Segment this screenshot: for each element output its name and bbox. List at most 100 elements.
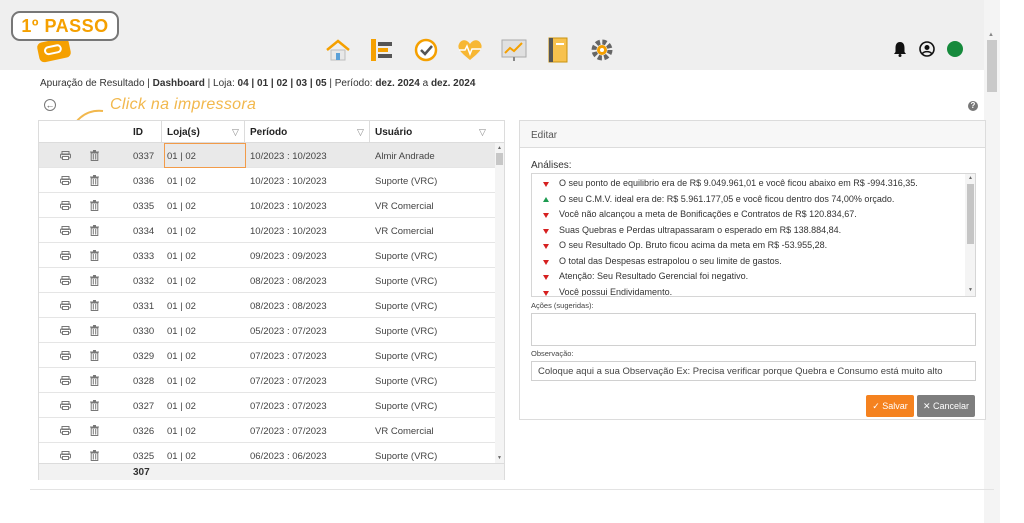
- table-row[interactable]: 0328 01 | 02 07/2023 : 07/2023 Suporte (VRC…: [39, 368, 495, 393]
- user-account-icon[interactable]: [919, 41, 935, 57]
- col-header-id[interactable]: ID: [133, 127, 143, 138]
- cancel-label: Cancelar: [933, 401, 970, 411]
- printer-icon[interactable]: [60, 301, 71, 310]
- cell-periodo: 06/2023 : 06/2023: [250, 451, 327, 462]
- down-triangle-icon: [543, 228, 549, 234]
- analises-scrollbar[interactable]: ▲ ▼: [965, 174, 975, 296]
- breadcrumb: Apuração de Resultado | Dashboard | Loja…: [40, 78, 475, 89]
- trash-icon[interactable]: [90, 425, 99, 436]
- trash-icon[interactable]: [90, 250, 99, 261]
- trash-icon[interactable]: [90, 175, 99, 186]
- cell-usuario: Suporte (VRC): [375, 351, 438, 362]
- table-row[interactable]: 0331 01 | 02 08/2023 : 08/2023 Suporte (VRC…: [39, 293, 495, 318]
- analise-item: Suas Quebras e Perdas ultrapassaram o es…: [543, 223, 975, 239]
- cell-usuario: Suporte (VRC): [375, 376, 438, 387]
- table-row[interactable]: 0325 01 | 02 06/2023 : 06/2023 Suporte (VRC…: [39, 443, 495, 463]
- cell-periodo: 08/2023 : 08/2023: [250, 301, 327, 312]
- printer-icon[interactable]: [60, 176, 71, 185]
- down-triangle-icon: [543, 290, 549, 296]
- cell-id: 0336: [133, 176, 155, 187]
- analises-scrollbar-thumb[interactable]: [967, 184, 974, 244]
- trash-icon[interactable]: [90, 350, 99, 361]
- printer-icon[interactable]: [60, 251, 71, 260]
- home-icon[interactable]: [324, 36, 352, 64]
- breadcrumb-periodo-start: dez. 2024: [375, 78, 420, 89]
- obs-label: Observação:: [531, 349, 574, 358]
- trash-icon[interactable]: [90, 225, 99, 236]
- table-row[interactable]: 0336 01 | 02 10/2023 : 10/2023 Suporte (VRC…: [39, 168, 495, 193]
- printer-icon[interactable]: [60, 426, 71, 435]
- filter-usuario-icon[interactable]: ▽: [479, 127, 486, 138]
- printer-icon[interactable]: [60, 151, 71, 160]
- table-scrollbar-thumb[interactable]: [496, 153, 503, 165]
- cancel-button[interactable]: ✕ Cancelar: [917, 395, 975, 417]
- cell-periodo: 10/2023 : 10/2023: [250, 226, 327, 237]
- table-scrollbar[interactable]: ▲ ▼: [495, 143, 504, 463]
- printer-icon[interactable]: [60, 376, 71, 385]
- table-row[interactable]: 0326 01 | 02 07/2023 : 07/2023 VR Comercial: [39, 418, 495, 443]
- analise-item: Atenção: Seu Resultado Gerencial foi neg…: [543, 269, 975, 285]
- observacao-input[interactable]: Coloque aqui a sua Observação Ex: Precis…: [531, 361, 976, 381]
- help-icon[interactable]: ?: [968, 101, 978, 111]
- cell-usuario: Suporte (VRC): [375, 326, 438, 337]
- page-scrollbar-thumb[interactable]: [987, 40, 997, 92]
- settings-gear-icon[interactable]: [588, 36, 616, 64]
- table-row[interactable]: 0337 01 | 02 10/2023 : 10/2023 Almir Andrad…: [39, 143, 495, 168]
- trash-icon[interactable]: [90, 150, 99, 161]
- notebook-icon[interactable]: [544, 36, 572, 64]
- cell-id: 0333: [133, 251, 155, 262]
- cell-periodo: 07/2023 : 07/2023: [250, 426, 327, 437]
- col-header-periodo[interactable]: Período: [250, 127, 287, 138]
- printer-icon[interactable]: [60, 226, 71, 235]
- down-triangle-icon: [543, 213, 549, 218]
- down-triangle-icon: [543, 259, 549, 265]
- analise-text: Atenção: Seu Resultado Gerencial foi neg…: [559, 271, 749, 281]
- cell-loja: 01 | 02: [167, 301, 196, 312]
- table-row[interactable]: 0329 01 | 02 07/2023 : 07/2023 Suporte (VRC…: [39, 343, 495, 368]
- trash-icon[interactable]: [90, 200, 99, 211]
- cell-id: 0335: [133, 201, 155, 212]
- acoes-textarea[interactable]: [531, 313, 976, 346]
- table-body: 0337 01 | 02 10/2023 : 10/2023 Almir Andrad…: [39, 143, 495, 463]
- filter-periodo-icon[interactable]: ▽: [357, 127, 364, 138]
- table-row[interactable]: 0335 01 | 02 10/2023 : 10/2023 VR Comercial: [39, 193, 495, 218]
- printer-icon[interactable]: [60, 276, 71, 285]
- bell-icon[interactable]: [893, 41, 907, 57]
- col-header-usuario[interactable]: Usuário: [375, 127, 412, 138]
- table-row[interactable]: 0330 01 | 02 05/2023 : 07/2023 Suporte (VRC…: [39, 318, 495, 343]
- analise-item: O total das Despesas estrapolou o seu li…: [543, 254, 975, 270]
- table-row[interactable]: 0334 01 | 02 10/2023 : 10/2023 VR Comercial: [39, 218, 495, 243]
- down-triangle-icon: [543, 182, 549, 187]
- table-row[interactable]: 0332 01 | 02 08/2023 : 08/2023 Suporte (VRC…: [39, 268, 495, 293]
- cell-periodo: 07/2023 : 07/2023: [250, 351, 327, 362]
- cell-loja: 01 | 02: [167, 376, 196, 387]
- col-header-loja[interactable]: Loja(s): [167, 127, 200, 138]
- cell-usuario: Suporte (VRC): [375, 276, 438, 287]
- printer-icon[interactable]: [60, 326, 71, 335]
- list-icon[interactable]: [368, 36, 396, 64]
- trash-icon[interactable]: [90, 400, 99, 411]
- printer-icon[interactable]: [60, 401, 71, 410]
- table-row[interactable]: 0327 01 | 02 07/2023 : 07/2023 Suporte (VRC…: [39, 393, 495, 418]
- trash-icon[interactable]: [90, 275, 99, 286]
- filter-loja-icon[interactable]: ▽: [232, 127, 239, 138]
- edit-panel: Editar Análises: O seu ponto de equilibr…: [519, 120, 986, 420]
- heart-rate-icon[interactable]: [456, 36, 484, 64]
- printer-icon[interactable]: [60, 451, 71, 460]
- trash-icon[interactable]: [90, 300, 99, 311]
- check-circle-icon[interactable]: [412, 36, 440, 64]
- trash-icon[interactable]: [90, 375, 99, 386]
- page-scrollbar[interactable]: ▲: [984, 0, 1000, 523]
- save-button[interactable]: ✓ Salvar: [866, 395, 914, 417]
- printer-icon[interactable]: [60, 201, 71, 210]
- cell-loja: 01 | 02: [167, 176, 196, 187]
- trash-icon[interactable]: [90, 325, 99, 336]
- trash-icon[interactable]: [90, 450, 99, 461]
- table-row[interactable]: 0333 01 | 02 09/2023 : 09/2023 Suporte (VRC…: [39, 243, 495, 268]
- analises-list[interactable]: O seu ponto de equilibrio era de R$ 9.04…: [531, 173, 976, 297]
- cell-loja: 01 | 02: [167, 276, 196, 287]
- cell-id: 0331: [133, 301, 155, 312]
- printer-icon[interactable]: [60, 351, 71, 360]
- chart-board-icon[interactable]: [500, 36, 528, 64]
- down-triangle-icon: [543, 275, 549, 280]
